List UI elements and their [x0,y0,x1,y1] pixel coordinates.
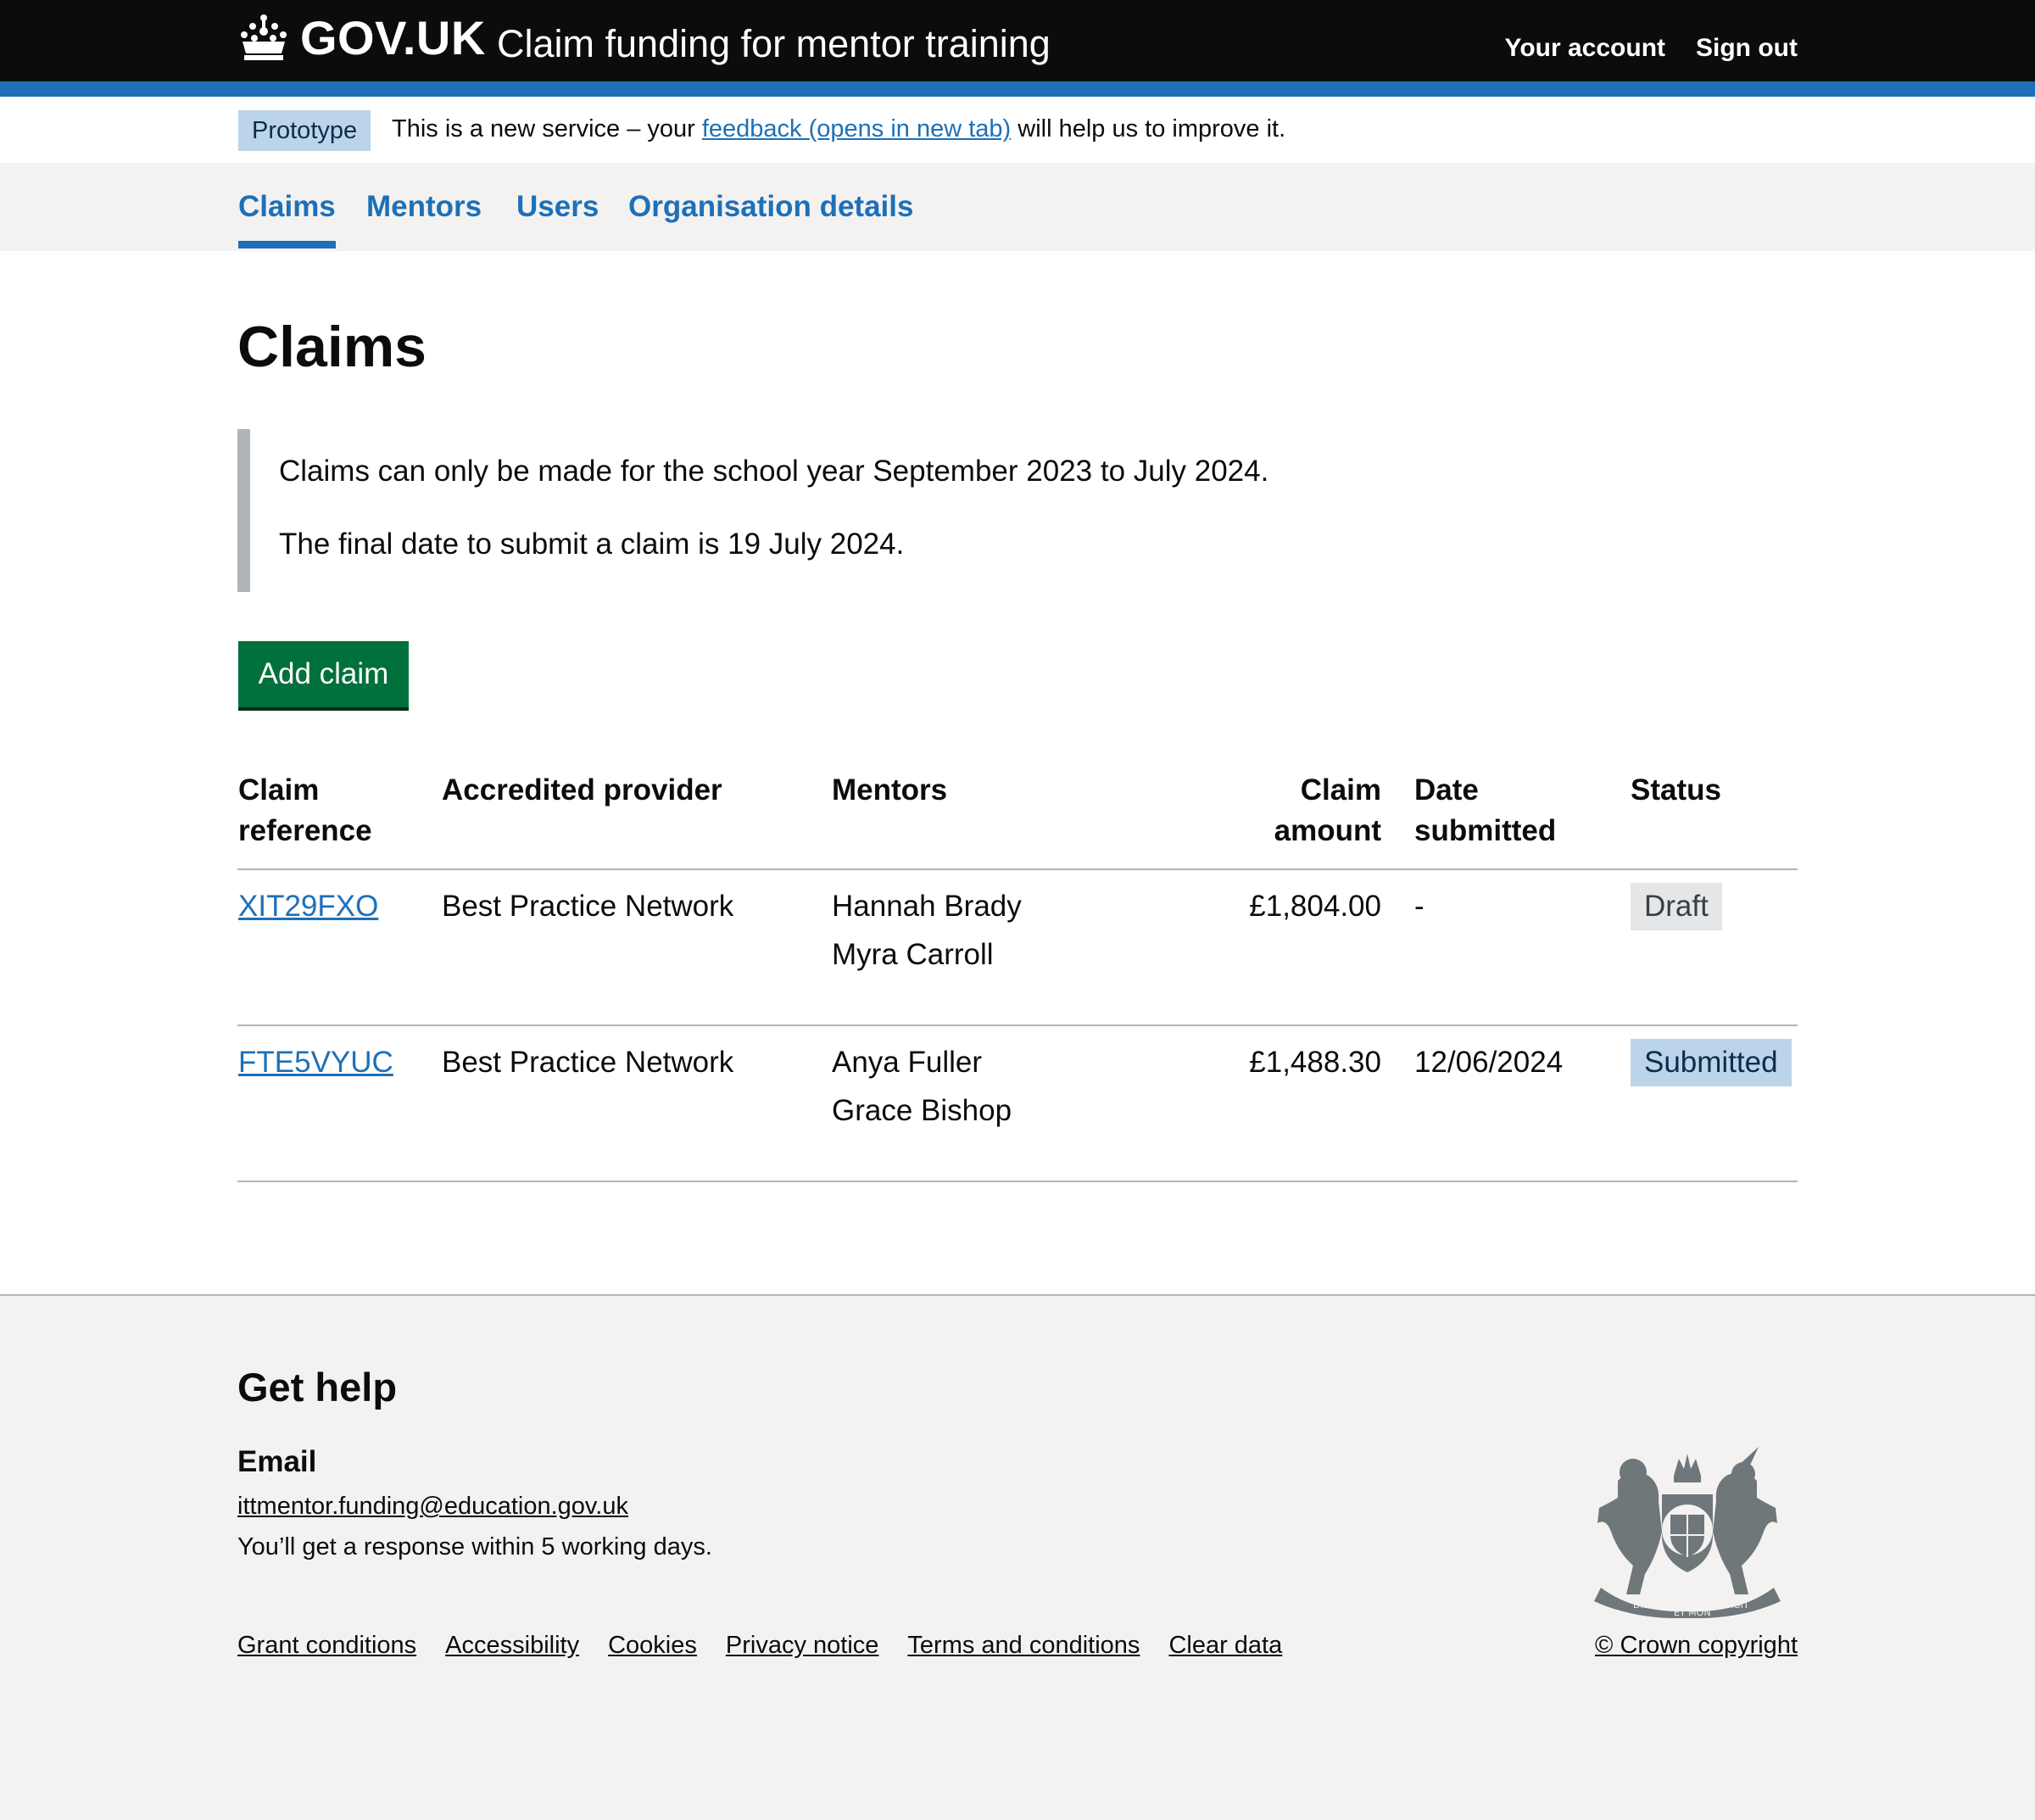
header-blue-bar [0,81,2035,97]
claim-reference-link[interactable]: XIT29FXO [238,882,378,930]
header-status: Status [1631,773,1721,807]
mentor-name: Grace Bishop [832,1094,1012,1127]
header-date-submitted: Date submitted [1414,770,1556,851]
header-text: submitted [1414,814,1557,847]
clear-data-link[interactable]: Clear data [1168,1632,1282,1660]
header-text: Claim [238,773,320,807]
terms-and-conditions-link[interactable]: Terms and conditions [907,1632,1140,1660]
header-navigation: Your account Sign out [1505,34,1798,63]
inset-line-final-date: The final date to submit a claim is 19 J… [279,528,905,561]
phase-text: This is a new service – your feedback (o… [392,115,1285,143]
header-text: Claim [1300,773,1381,807]
privacy-notice-link[interactable]: Privacy notice [726,1632,879,1660]
accredited-provider: Best Practice Network [442,890,734,923]
claim-amount: £1,488.30 [1249,1046,1381,1079]
support-email-link[interactable]: ittmentor.funding@education.gov.uk [237,1493,628,1521]
response-time-text: You’ll get a response within 5 working d… [237,1533,712,1560]
header-mentors: Mentors [832,773,948,807]
subnav-organisation-details[interactable]: Organisation details [628,190,913,224]
site-footer: Get help Email ittmentor.funding@educati… [0,1294,2035,1820]
govuk-logo[interactable]: GOV.UK [237,10,486,65]
header-accredited-provider: Accredited provider [442,773,722,807]
date-submitted: 12/06/2024 [1414,1046,1564,1079]
subnav-users[interactable]: Users [516,190,599,224]
crest-motto-droit: DROIT [1720,1599,1749,1611]
add-claim-button[interactable]: Add claim [238,641,409,707]
inset-text: Claims can only be made for the school y… [237,429,1340,592]
status-badge: Submitted [1631,1039,1792,1086]
mentor-name: Hannah Brady [832,890,1022,923]
table-divider [237,868,1798,870]
phase-text-after: will help us to improve it. [1011,115,1286,142]
date-submitted: - [1414,890,1424,923]
table-divider [237,1024,1798,1026]
feedback-link[interactable]: feedback (opens in new tab) [702,115,1011,142]
footer-email-heading: Email [237,1445,317,1478]
table-divider [237,1181,1798,1182]
footer-get-help-heading: Get help [237,1365,398,1410]
grant-conditions-link[interactable]: Grant conditions [237,1632,416,1660]
inset-line-school-year: Claims can only be made for the school y… [279,455,1269,488]
status-badge: Draft [1631,883,1722,930]
crown-icon [241,14,287,60]
header-text: reference [238,814,372,847]
accredited-provider: Best Practice Network [442,1046,734,1079]
claim-reference-link[interactable]: FTE5VYUC [238,1038,393,1086]
crest-motto-dieu: DIEU [1633,1599,1656,1611]
header-text: Date [1414,773,1479,807]
royal-coat-of-arms-icon: DIEU ET MON DROIT [1594,1447,1781,1618]
page-title: Claims [237,315,427,379]
header-claim-reference: Claim reference [238,770,372,851]
cookies-link[interactable]: Cookies [608,1632,697,1660]
mentor-name: Myra Carroll [832,938,994,971]
service-name[interactable]: Claim funding for mentor training [497,22,1051,66]
your-account-link[interactable]: Your account [1505,34,1665,63]
footer-links: Grant conditions Accessibility Cookies P… [237,1632,1282,1660]
crown-copyright-link[interactable]: © Crown copyright [1595,1632,1798,1660]
site-header: GOV.UK Claim funding for mentor training… [0,0,2035,81]
mentor-name: Anya Fuller [832,1046,983,1079]
phase-tag: Prototype [238,110,371,151]
header-claim-amount: Claim amount [1274,770,1381,851]
phase-banner: Prototype This is a new service – your f… [0,97,2035,163]
header-text: amount [1274,814,1381,847]
subnav-mentors[interactable]: Mentors [366,190,482,224]
phase-text-before: This is a new service – your [392,115,702,142]
subnav-claims[interactable]: Claims [238,190,336,248]
accessibility-link[interactable]: Accessibility [445,1632,579,1660]
sign-out-link[interactable]: Sign out [1696,34,1798,63]
logo-text: GOV.UK [300,11,486,64]
secondary-navigation: Claims Mentors Users Organisation detail… [0,163,2035,251]
claim-amount: £1,804.00 [1249,890,1381,923]
crest-motto-et-mon: ET MON [1674,1607,1711,1618]
